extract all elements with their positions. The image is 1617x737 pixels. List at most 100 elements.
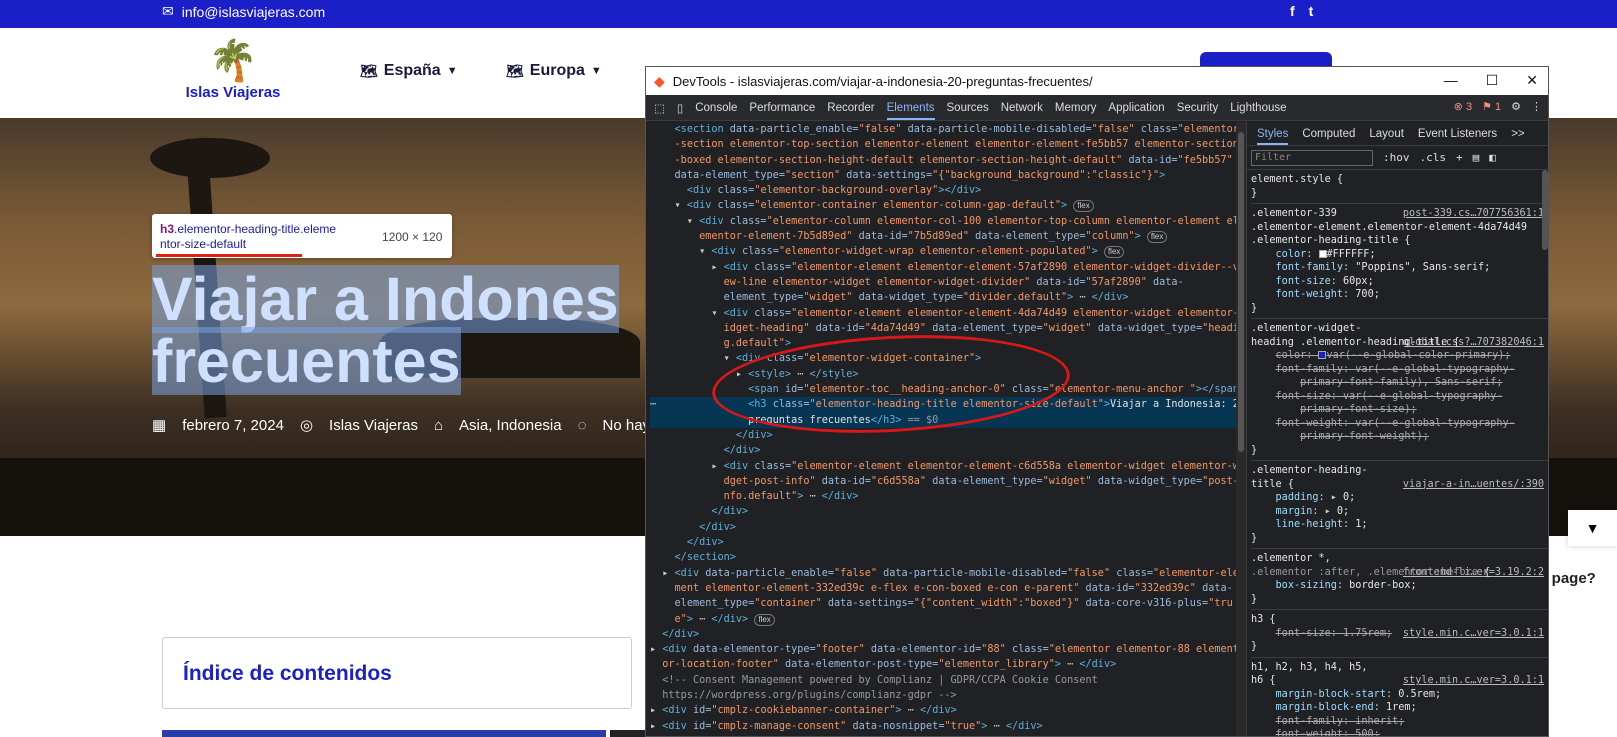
dom-node[interactable]: ▸ <div id="cmplz-manage-consent" data-no… [650, 719, 1236, 734]
post-date[interactable]: febrero 7, 2024 [182, 417, 284, 434]
tab-memory[interactable]: Memory [1055, 102, 1097, 114]
tab-network[interactable]: Network [1001, 102, 1043, 114]
dom-node[interactable]: </div> [650, 535, 1236, 550]
sidebar-toggle-icon[interactable]: ◧ [1489, 151, 1496, 164]
css-rule[interactable]: .elementor-widget- global.css?…707382046… [1251, 319, 1548, 461]
tab-recorder[interactable]: Recorder [827, 102, 874, 114]
dom-node[interactable]: ▾ <div class="elementor-element elemento… [650, 306, 1236, 321]
nav-label: Europa [529, 62, 585, 79]
styles-filter-input[interactable]: Filter [1251, 149, 1373, 166]
dom-node[interactable]: element_type="widget" data-widget_type="… [650, 290, 1236, 305]
tab-application[interactable]: Application [1108, 102, 1164, 114]
dom-node[interactable]: ▸ <div data-elementor-type="footer" data… [650, 642, 1236, 657]
css-rule[interactable]: .elementor *, frontend-li…er=3.19.2:2 .e… [1251, 549, 1548, 610]
email-link[interactable]: ✉ info@islasviajeras.com [162, 3, 325, 20]
page-title: Viajar a Indones frecuentes [152, 265, 619, 395]
css-rule[interactable]: h1, h2, h3, h4, h5, style.min.c…ver=3.0.… [1251, 658, 1548, 737]
dom-node[interactable]: ▾ <div class="elementor-widget-container… [650, 351, 1236, 366]
dom-node[interactable]: ▸ <div class="elementor-element elemento… [650, 459, 1236, 474]
dom-node[interactable]: idget-heading" data-id="4da74d49" data-e… [650, 321, 1236, 336]
error-count[interactable]: ⊗ 3 [1454, 100, 1472, 113]
paint-icon[interactable]: ▤ [1473, 151, 1480, 164]
tab-elements[interactable]: Elements [886, 102, 935, 120]
tab-event-listeners[interactable]: Event Listeners [1418, 128, 1497, 140]
dom-node[interactable]: ▸ <div data-particle_enable="false" data… [650, 566, 1236, 581]
elements-tree[interactable]: <section data-particle_enable="false" da… [646, 122, 1236, 736]
dom-node[interactable]: ▾ <div class="elementor-column elementor… [650, 214, 1236, 229]
dom-node[interactable]: </div> [650, 504, 1236, 519]
dom-node[interactable]: </div> [650, 627, 1236, 642]
tab-console[interactable]: Console [695, 102, 737, 114]
tab-performance[interactable]: Performance [749, 102, 815, 114]
gear-icon[interactable]: ⚙ [1511, 100, 1521, 113]
devtools-titlebar: ◆ DevTools - islasviajeras.com/viajar-a-… [646, 67, 1548, 95]
scroll-thumb[interactable] [1238, 132, 1244, 452]
styles-scroll-thumb[interactable] [1542, 170, 1548, 250]
tab-computed[interactable]: Computed [1302, 128, 1355, 140]
dom-node[interactable]: </section> [650, 550, 1236, 565]
css-rule[interactable]: element.style { } [1251, 170, 1548, 204]
css-rule[interactable]: .elementor-heading- viajar-a-in…uentes/:… [1251, 461, 1548, 549]
dom-node[interactable]: https://wordpress.org/plugins/complianz-… [650, 688, 1236, 703]
dom-node[interactable]: g.default"> [650, 336, 1236, 351]
calendar-icon: ▦ [152, 417, 167, 434]
dom-node[interactable]: ment elementor-element-332ed39c e-flex e… [650, 581, 1236, 596]
nav-item-europa[interactable]: 🗺 Europa ▼ [506, 62, 602, 80]
inspect-icon[interactable]: ⬚ [654, 101, 665, 115]
dom-node[interactable]: ew-line elementor-widget elementor-widge… [650, 275, 1236, 290]
palm-tree-icon: 🌴 [208, 39, 258, 83]
tab-lighthouse[interactable]: Lighthouse [1230, 102, 1286, 114]
dom-node[interactable]: -section elementor-top-section elementor… [650, 137, 1236, 152]
dom-node[interactable]: </div> [650, 428, 1236, 443]
table-of-contents[interactable]: Índice de contenidos [162, 637, 632, 709]
warning-count[interactable]: ⚑ 1 [1482, 100, 1501, 113]
css-rule[interactable]: h3 { style.min.c…ver=3.0.1:1 font-size: … [1251, 610, 1548, 658]
post-author[interactable]: Islas Viajeras [329, 417, 418, 434]
dom-node[interactable]: nfo.default"> ⋯ </div> [650, 489, 1236, 504]
dom-node[interactable]: ▸ <div class="elementor-element elemento… [650, 260, 1236, 275]
dom-node[interactable]: element_type="container" data-settings="… [650, 596, 1236, 611]
dom-node[interactable]: <!-- Consent Management powered by Compl… [650, 673, 1236, 688]
css-rule[interactable]: .elementor-339 post-339.cs…707756361:1 .… [1251, 204, 1548, 319]
elements-scrollbar[interactable] [1236, 122, 1246, 736]
window-controls: — ☐ ✕ [1444, 72, 1538, 89]
dom-node-selected[interactable]: ⋯ <h3 class="elementor-heading-title ele… [650, 397, 1236, 413]
tab-sources[interactable]: Sources [947, 102, 989, 114]
dom-node-selected[interactable]: preguntas frecuentes</h3> == $0 [650, 412, 1236, 428]
dom-node[interactable]: ▾ <div class="elementor-container elemen… [650, 198, 1236, 213]
more-tabs-icon[interactable]: >> [1511, 128, 1524, 140]
dom-node[interactable]: -boxed elementor-section-height-default … [650, 153, 1236, 168]
tab-styles[interactable]: Styles [1257, 128, 1289, 145]
dom-node[interactable]: data-element_type="section" data-setting… [650, 168, 1236, 183]
dom-node[interactable]: e"> ⋯ </div> flex [650, 612, 1236, 627]
minimize-icon[interactable]: — [1444, 72, 1458, 89]
dom-node[interactable]: dget-post-info" data-id="c6d558a" data-e… [650, 474, 1236, 489]
dom-node[interactable]: <span id="elementor-toc__heading-anchor-… [650, 382, 1236, 397]
close-icon[interactable]: ✕ [1526, 72, 1538, 89]
dom-node[interactable]: </div> [650, 443, 1236, 458]
dom-node[interactable]: <div class="elementor-background-overlay… [650, 183, 1236, 198]
tab-layout[interactable]: Layout [1369, 128, 1404, 140]
more-icon[interactable]: ⋮ [1531, 100, 1542, 113]
post-categories[interactable]: Asia, Indonesia [459, 417, 562, 434]
hov-toggle[interactable]: :hov [1383, 151, 1410, 164]
dom-node[interactable]: ▸ <div id="cmplz-cookiebanner-container"… [650, 703, 1236, 718]
dom-node[interactable]: or-location-footer" data-elementor-post-… [650, 657, 1236, 672]
nav-item-espana[interactable]: 🗺 España ▼ [360, 62, 458, 80]
add-rule-icon[interactable]: + [1456, 151, 1463, 164]
dom-node[interactable]: ementor-element-7b5d89ed" data-id="7b5d8… [650, 229, 1236, 244]
dom-node[interactable]: <section data-particle_enable="false" da… [650, 122, 1236, 137]
tab-security[interactable]: Security [1177, 102, 1219, 114]
cls-toggle[interactable]: .cls [1420, 151, 1447, 164]
dom-node[interactable]: ▸ <style> ⋯ </style> [650, 367, 1236, 382]
styles-pane: Styles Computed Layout Event Listeners >… [1246, 122, 1548, 737]
chevron-down-icon: ▼ [590, 65, 602, 77]
device-toolbar-icon[interactable]: ▯ [677, 101, 683, 115]
cookie-toggle[interactable]: ▼ [1568, 510, 1617, 546]
twitter-icon[interactable]: t [1309, 3, 1314, 19]
facebook-icon[interactable]: f [1290, 3, 1295, 19]
maximize-icon[interactable]: ☐ [1486, 72, 1499, 89]
dom-node[interactable]: ▾ <div class="elementor-widget-wrap elem… [650, 244, 1236, 259]
site-logo[interactable]: 🌴 Islas Viajeras [178, 38, 288, 101]
dom-node[interactable]: </div> [650, 520, 1236, 535]
